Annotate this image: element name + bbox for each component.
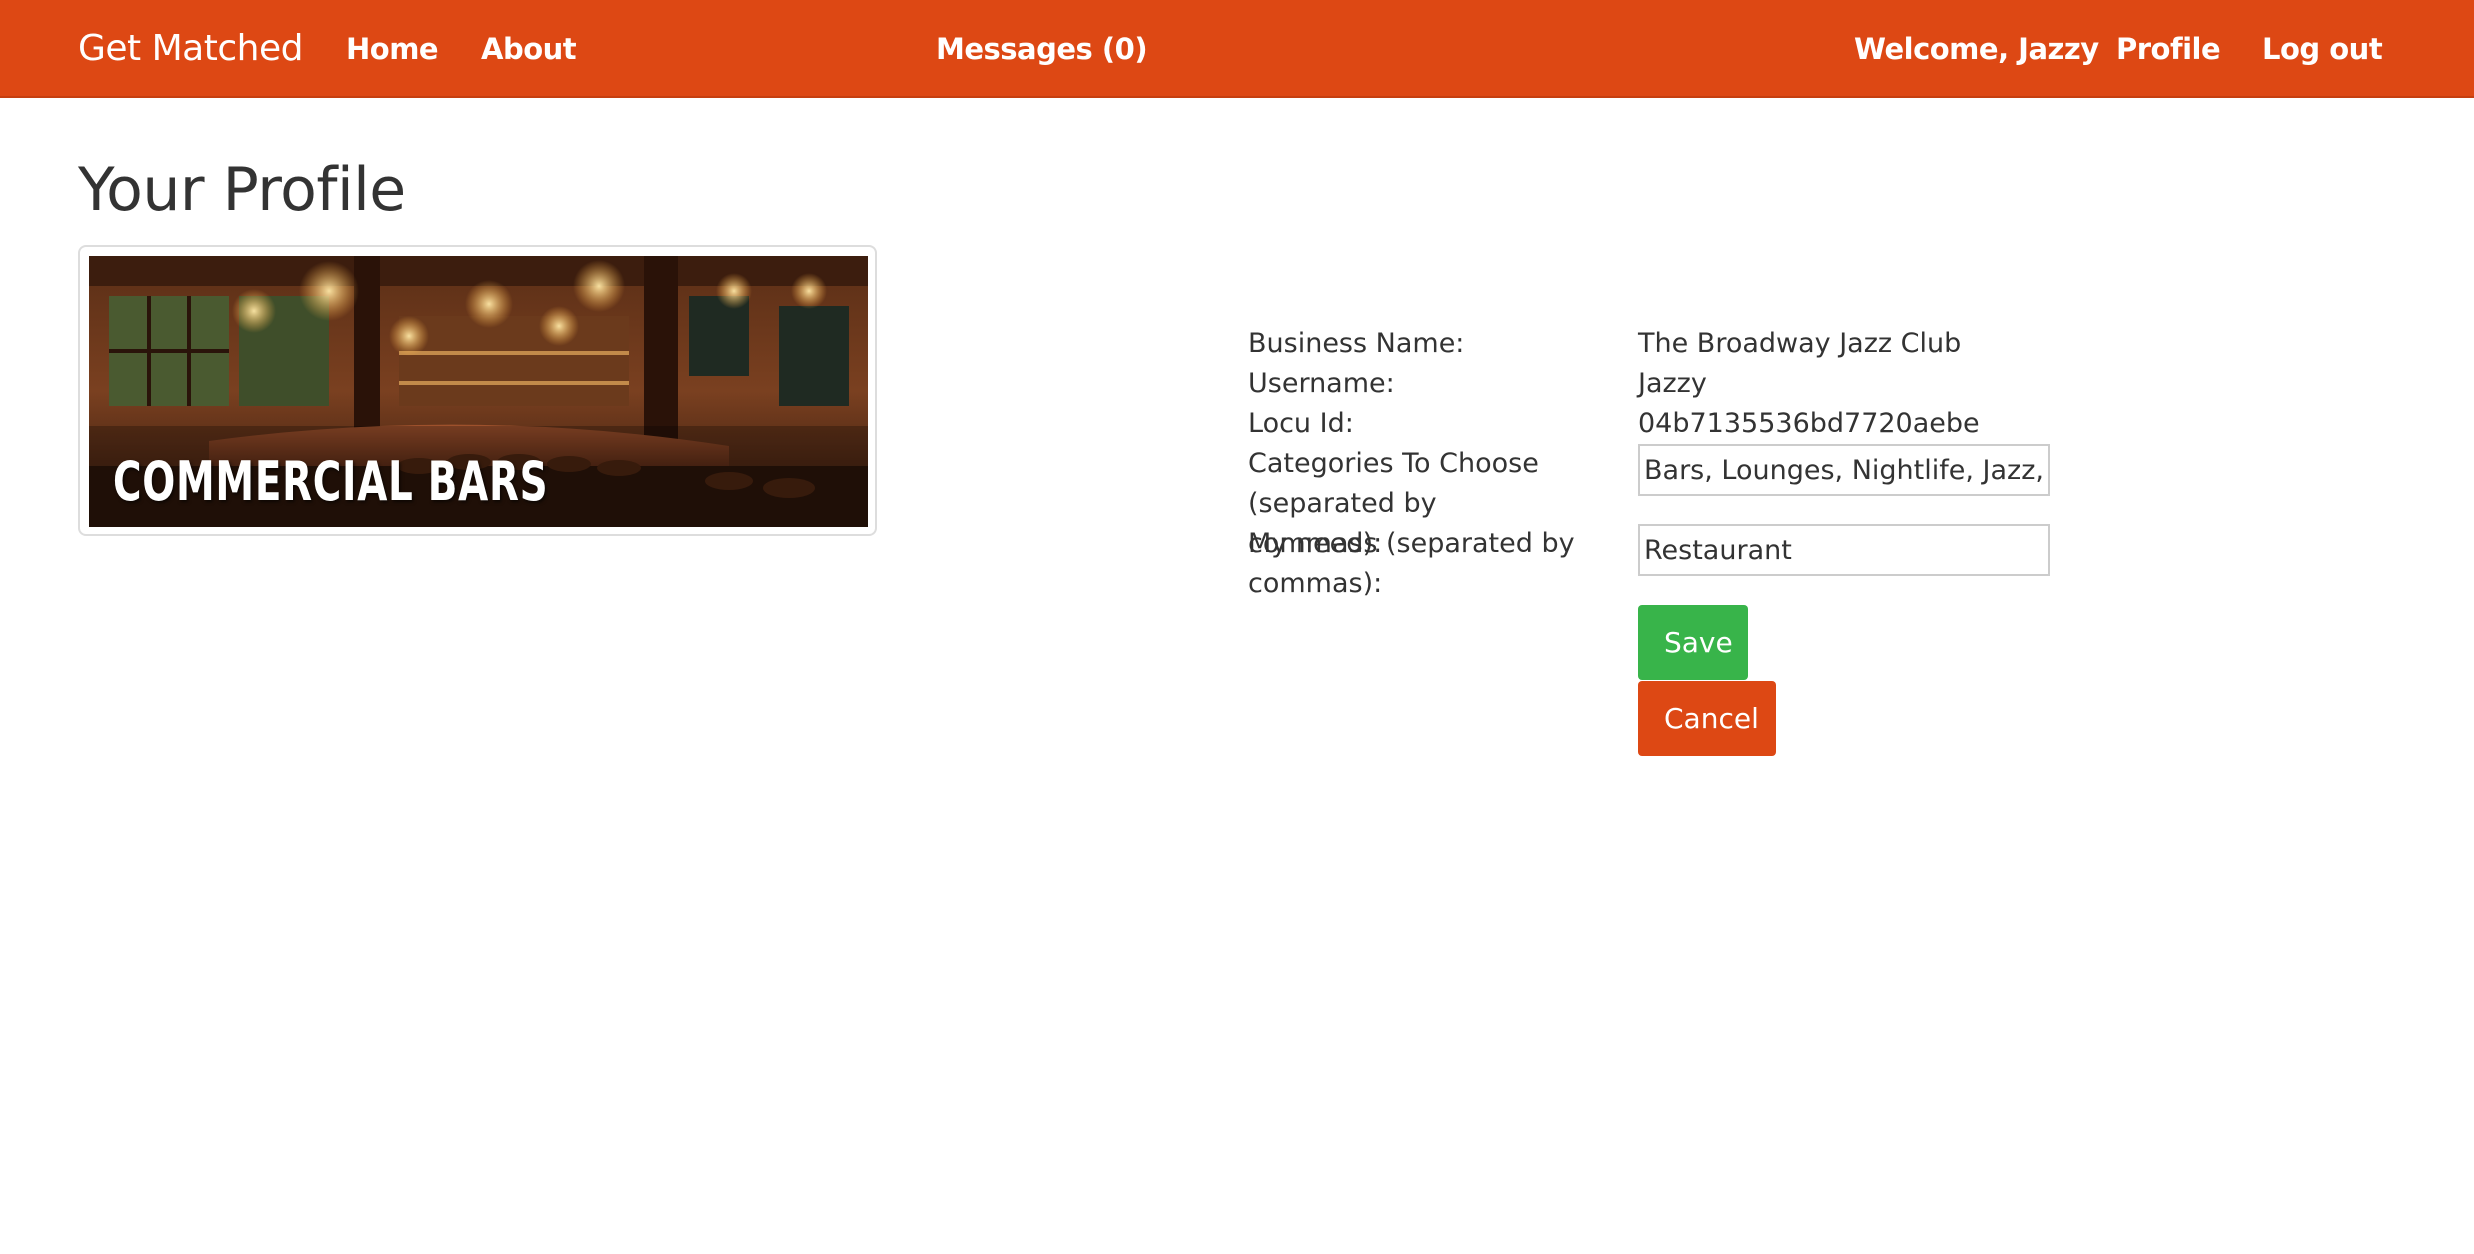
locu-id-value: 04b7135536bd7720aebe (1638, 408, 1980, 439)
nav-welcome-link[interactable]: Welcome, Jazzy (1854, 0, 2099, 98)
profile-banner-image: COMMERCIAL BARS (89, 256, 868, 527)
username-value: Jazzy (1638, 368, 1707, 399)
username-label: Username: (1248, 368, 1395, 399)
nav-profile-link[interactable]: Profile (2116, 0, 2221, 98)
nav-about-link[interactable]: About (481, 0, 577, 98)
save-button[interactable]: Save (1638, 605, 1748, 680)
needs-input[interactable] (1638, 524, 2050, 576)
top-navbar: Get Matched Home About Messages (0) Welc… (0, 0, 2474, 98)
business-name-label: Business Name: (1248, 328, 1465, 359)
page-title: Your Profile (78, 155, 406, 225)
banner-caption: COMMERCIAL BARS (113, 450, 549, 513)
brand-link[interactable]: Get Matched (78, 0, 303, 98)
profile-image-frame: COMMERCIAL BARS (78, 245, 877, 536)
nav-home-link[interactable]: Home (346, 0, 439, 98)
nav-logout-link[interactable]: Log out (2262, 0, 2383, 98)
needs-label: My needs (separated by commas): (1248, 528, 1575, 599)
categories-input[interactable] (1638, 444, 2050, 496)
business-name-value: The Broadway Jazz Club (1638, 328, 1962, 359)
locu-id-label: Locu Id: (1248, 408, 1354, 439)
cancel-button[interactable]: Cancel (1638, 681, 1776, 756)
nav-messages-link[interactable]: Messages (0) (936, 0, 1148, 98)
